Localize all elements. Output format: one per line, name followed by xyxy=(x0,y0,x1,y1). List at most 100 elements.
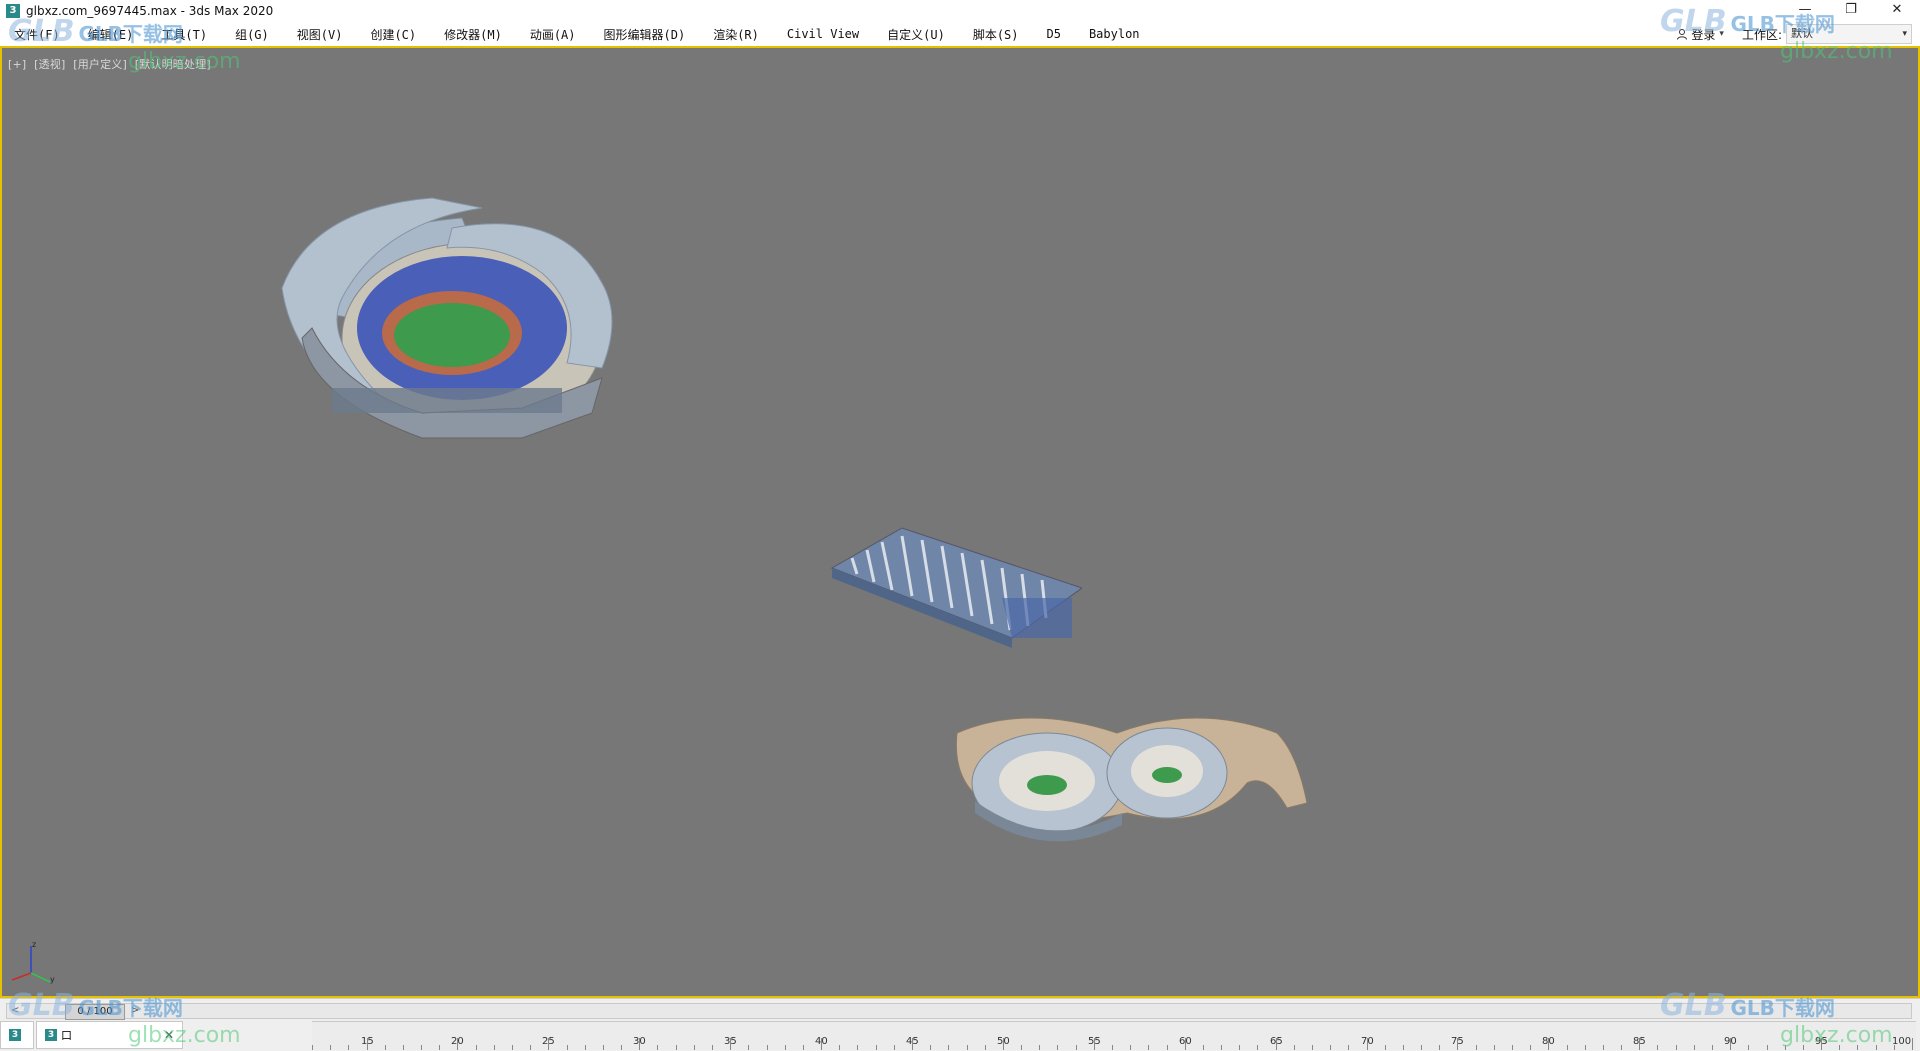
ruler-tick xyxy=(1621,1045,1622,1050)
viewport-point-of-view[interactable]: [透视] xyxy=(34,58,65,71)
perspective-viewport[interactable]: [+] [透视] [用户定义] [默认明暗处理] z y xyxy=(0,46,1920,998)
menu-tools[interactable]: 工具(T) xyxy=(147,26,221,43)
track-bar-ruler[interactable]: 15 20 25 30 35 40 45 50 55 60 65 70 75 80 85 90 95 100 xyxy=(312,1021,1916,1050)
user-icon xyxy=(1677,29,1688,40)
ruler-tick xyxy=(1657,1045,1658,1050)
ruler-tick xyxy=(985,1045,986,1050)
ruler-tick xyxy=(421,1045,422,1050)
ruler-tick-label: 65 xyxy=(1270,1036,1283,1047)
ruler-tick xyxy=(767,1045,768,1050)
viewport-shading-mode[interactable]: [默认明暗处理] xyxy=(135,58,211,71)
scene-tab-1[interactable]: 3 xyxy=(0,1021,34,1049)
svg-text:y: y xyxy=(50,975,55,984)
viewport-user-defined[interactable]: [用户定义] xyxy=(73,58,127,71)
menu-civil-view[interactable]: Civil View xyxy=(773,27,873,41)
ruler-tick xyxy=(330,1045,331,1050)
ruler-tick xyxy=(312,1045,313,1050)
scene-tab-label: 口 xyxy=(61,1029,72,1042)
time-slider-thumb[interactable]: 0 / 100 xyxy=(65,1004,125,1020)
workspace-dropdown[interactable]: 默认 ▾ xyxy=(1786,24,1912,44)
menu-rendering[interactable]: 渲染(R) xyxy=(699,26,773,43)
scene-tab-2[interactable]: 3 口 ✕ xyxy=(36,1021,184,1049)
ruler-tick xyxy=(1530,1045,1531,1050)
ruler-tick-label: 50 xyxy=(997,1036,1010,1047)
ruler-tick xyxy=(876,1045,877,1050)
ruler-tick xyxy=(712,1045,713,1050)
3dsmax-app-icon[interactable]: 3 xyxy=(6,4,20,18)
ruler-tick-label: 95 xyxy=(1815,1036,1828,1047)
ruler-tick-label: 45 xyxy=(906,1036,919,1047)
chevron-down-icon: ▾ xyxy=(1719,29,1724,39)
3dsmax-tab-icon: 3 xyxy=(45,1029,57,1041)
ruler-tick xyxy=(530,1045,531,1050)
ruler-tick xyxy=(1767,1045,1768,1050)
ruler-tick xyxy=(1112,1045,1113,1050)
ruler-tick-label: 40 xyxy=(815,1036,828,1047)
menu-file[interactable]: 文件(F) xyxy=(0,26,74,43)
menu-graph-editors[interactable]: 图形编辑器(D) xyxy=(590,26,700,43)
time-slider-next-button[interactable]: > xyxy=(131,1004,139,1018)
ruler-tick xyxy=(803,1045,804,1050)
minimize-button[interactable]: — xyxy=(1782,0,1828,22)
menu-modifiers[interactable]: 修改器(M) xyxy=(430,26,516,43)
ruler-tick xyxy=(694,1045,695,1050)
close-icon[interactable]: ✕ xyxy=(164,1028,174,1042)
twin-stadium-model[interactable] xyxy=(947,693,1307,873)
ruler-tick xyxy=(1239,1045,1240,1050)
ruler-tick-label: 60 xyxy=(1179,1036,1192,1047)
ruler-tick xyxy=(585,1045,586,1050)
ruler-tick xyxy=(1676,1045,1677,1050)
ruler-tick xyxy=(476,1045,477,1050)
ruler-tick-label: 85 xyxy=(1633,1036,1646,1047)
ruler-tick-label: 75 xyxy=(1451,1036,1464,1047)
ruler-tick xyxy=(967,1045,968,1050)
menu-group[interactable]: 组(G) xyxy=(221,26,283,43)
ruler-tick xyxy=(748,1045,749,1050)
ruler-tick xyxy=(1494,1045,1495,1050)
menu-babylon[interactable]: Babylon xyxy=(1075,27,1154,41)
ruler-tick xyxy=(403,1045,404,1050)
menu-customize[interactable]: 自定义(U) xyxy=(873,26,959,43)
ruler-tick xyxy=(1712,1045,1713,1050)
ribbed-roof-building-model[interactable] xyxy=(822,478,1082,648)
viewport-menu-plus[interactable]: [+] xyxy=(8,58,26,71)
workspace-label: 工作区: xyxy=(1741,27,1782,42)
axis-gizmo-icon: z y xyxy=(11,940,55,984)
ruler-tick xyxy=(1839,1045,1840,1050)
ruler-tick xyxy=(1021,1045,1022,1050)
time-slider[interactable]: < 0 / 100 > xyxy=(6,1003,1912,1020)
menu-bar: 文件(F) 编辑(E) 工具(T) 组(G) 视图(V) 创建(C) 修改器(M… xyxy=(0,22,1920,47)
ruler-tick-label: 100 xyxy=(1892,1036,1912,1047)
menu-edit[interactable]: 编辑(E) xyxy=(74,26,148,43)
stadium-model-curved-roof[interactable] xyxy=(272,188,672,498)
ruler-tick xyxy=(1603,1045,1604,1050)
ruler-tick xyxy=(1403,1045,1404,1050)
workspace-value: 默认 xyxy=(1791,27,1813,40)
signin-label: 登录 xyxy=(1691,27,1716,42)
ruler-tick xyxy=(1857,1045,1858,1050)
close-button[interactable]: ✕ xyxy=(1874,0,1920,22)
ruler-tick xyxy=(1294,1045,1295,1050)
ruler-tick xyxy=(1330,1045,1331,1050)
menu-right-group: 登录 ▾ 工作区: 默认 ▾ xyxy=(1676,22,1920,46)
svg-text:z: z xyxy=(32,940,36,949)
ruler-tick xyxy=(621,1045,622,1050)
menu-d5[interactable]: D5 xyxy=(1033,27,1075,41)
scene-tabs: 3 3 口 ✕ xyxy=(0,1021,185,1049)
ruler-tick xyxy=(894,1045,895,1050)
menu-animation[interactable]: 动画(A) xyxy=(516,26,590,43)
menu-create[interactable]: 创建(C) xyxy=(356,26,430,43)
menu-views[interactable]: 视图(V) xyxy=(283,26,357,43)
ruler-tick xyxy=(1385,1045,1386,1050)
time-slider-prev-button[interactable]: < xyxy=(11,1004,19,1018)
ruler-tick xyxy=(676,1045,677,1050)
ruler-tick xyxy=(1476,1045,1477,1050)
restore-button[interactable]: ❐ xyxy=(1828,0,1874,22)
ruler-tick-label: 80 xyxy=(1542,1036,1555,1047)
ruler-tick xyxy=(1912,1038,1913,1050)
ruler-tick xyxy=(1567,1045,1568,1050)
signin-button[interactable]: 登录 ▾ xyxy=(1676,26,1724,43)
ruler-tick xyxy=(1257,1045,1258,1050)
ruler-tick-label: 20 xyxy=(451,1036,464,1047)
menu-scripting[interactable]: 脚本(S) xyxy=(959,26,1033,43)
